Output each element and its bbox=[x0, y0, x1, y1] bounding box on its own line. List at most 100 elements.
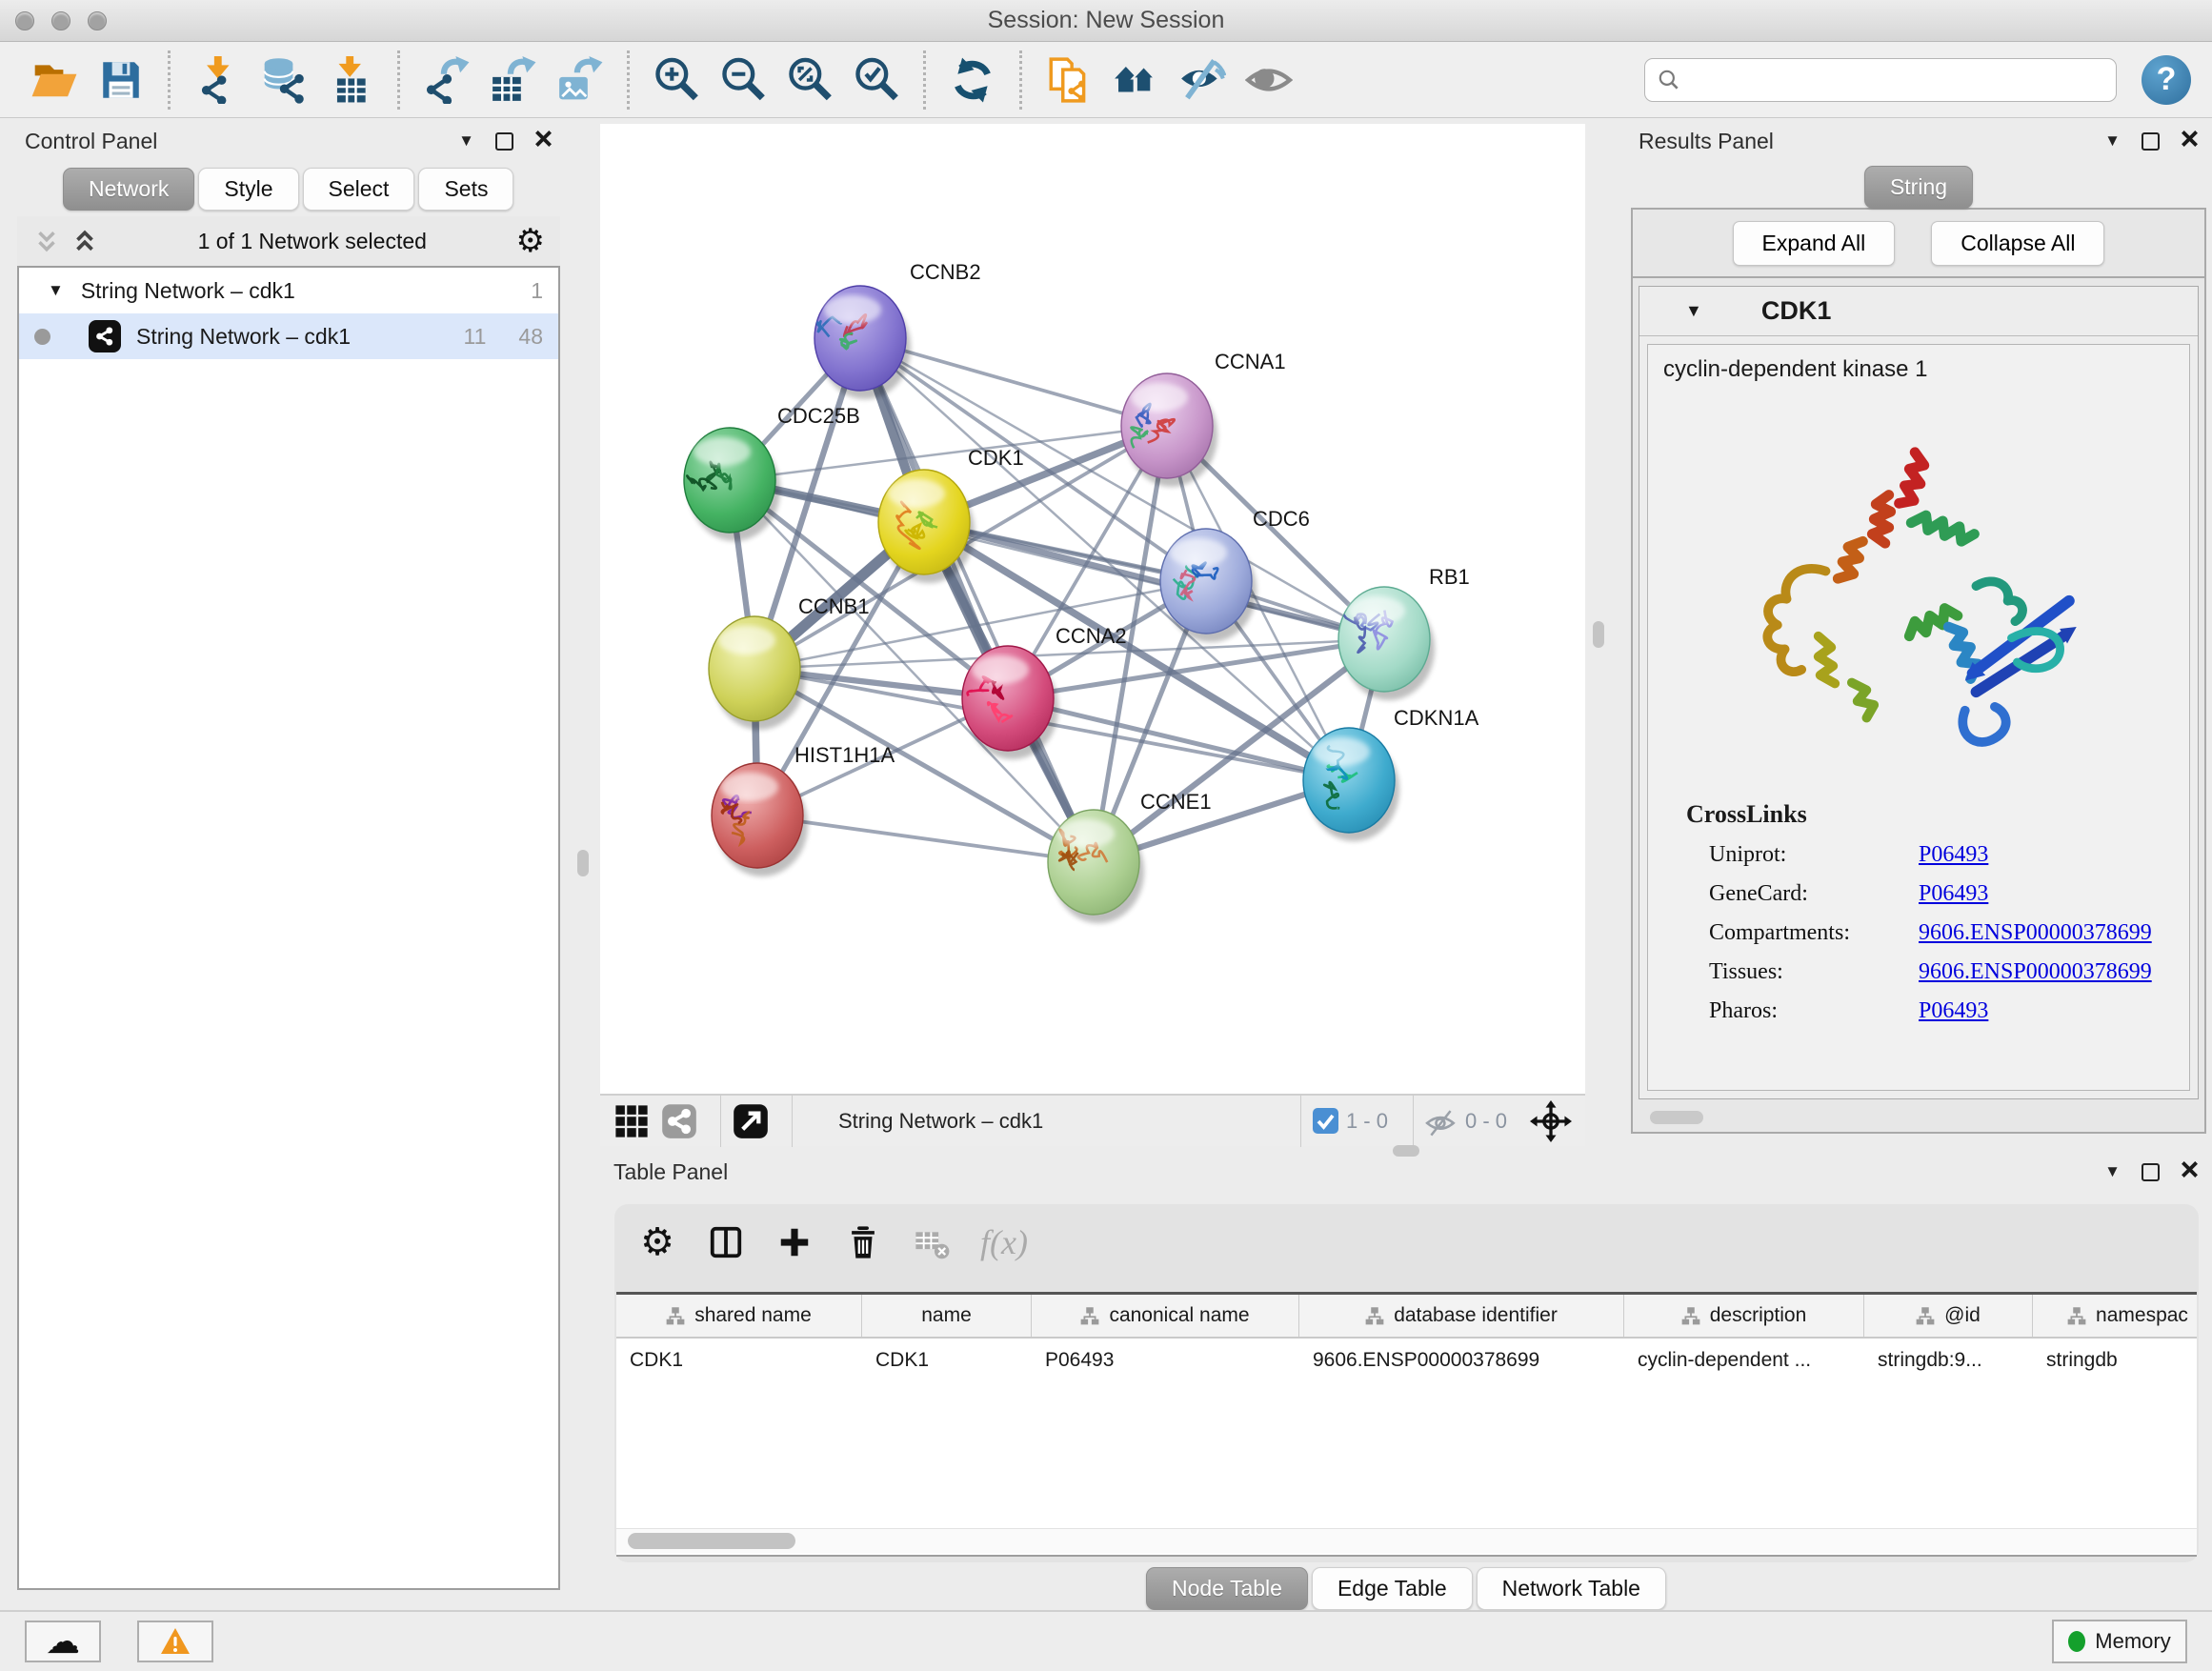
panel-menu-icon[interactable]: ▼ bbox=[2104, 1162, 2121, 1181]
open-session-icon[interactable] bbox=[28, 53, 81, 107]
cloud-status-button[interactable]: ☁ bbox=[25, 1621, 101, 1662]
panel-float-icon[interactable] bbox=[2142, 132, 2160, 151]
network-node-RB1[interactable]: RB1 bbox=[1338, 565, 1470, 700]
tab-sets[interactable]: Sets bbox=[418, 168, 513, 211]
splitter-handle[interactable] bbox=[577, 850, 589, 876]
import-network-icon[interactable] bbox=[191, 53, 244, 107]
help-icon[interactable]: ? bbox=[2142, 55, 2191, 105]
tab-network-table[interactable]: Network Table bbox=[1477, 1567, 1666, 1610]
minimize-window-button[interactable] bbox=[51, 11, 70, 30]
search-box[interactable] bbox=[1644, 58, 2117, 102]
zoom-out-icon[interactable] bbox=[716, 53, 770, 107]
splitter-handle[interactable] bbox=[1393, 1145, 1419, 1157]
save-session-icon[interactable] bbox=[94, 53, 148, 107]
detach-view-icon[interactable] bbox=[733, 1103, 769, 1139]
zoom-in-icon[interactable] bbox=[650, 53, 703, 107]
import-database-icon[interactable] bbox=[257, 53, 311, 107]
delete-table-icon[interactable] bbox=[912, 1222, 952, 1262]
hscroll-thumb[interactable] bbox=[628, 1533, 795, 1549]
table-hscrollbar[interactable] bbox=[616, 1528, 2197, 1553]
zoom-selected-icon[interactable] bbox=[850, 53, 903, 107]
close-window-button[interactable] bbox=[15, 11, 34, 30]
tab-network[interactable]: Network bbox=[63, 168, 194, 211]
crosslink-link[interactable]: P06493 bbox=[1919, 998, 1988, 1024]
column-header-namespac[interactable]: namespac bbox=[2033, 1295, 2197, 1337]
tab-edge-table[interactable]: Edge Table bbox=[1312, 1567, 1473, 1610]
delete-column-icon[interactable] bbox=[843, 1222, 883, 1262]
network-view-toolbar: String Network – cdk1 1 - 0 0 - 0 bbox=[600, 1094, 1585, 1146]
column-header--id[interactable]: @id bbox=[1864, 1295, 2033, 1337]
gene-section-header[interactable]: ▼ CDK1 bbox=[1639, 287, 2198, 336]
results-hscroll-thumb[interactable] bbox=[1650, 1111, 1703, 1124]
collapse-all-button[interactable]: Collapse All bbox=[1931, 221, 2104, 266]
table-settings-icon[interactable]: ⚙ bbox=[637, 1222, 677, 1262]
crosslink-link[interactable]: 9606.ENSP00000378699 bbox=[1919, 920, 2152, 946]
hide-selected-icon[interactable] bbox=[1176, 53, 1229, 107]
collapse-all-icon[interactable] bbox=[32, 227, 61, 255]
column-header-shared-name[interactable]: shared name bbox=[616, 1295, 862, 1337]
export-table-icon[interactable] bbox=[487, 53, 540, 107]
string-results-box: Expand All Collapse All ▼ CDK1 cyclin-de… bbox=[1631, 208, 2206, 1134]
collapse-section-icon[interactable]: ▼ bbox=[1685, 301, 1702, 321]
panel-float-icon[interactable] bbox=[495, 132, 513, 151]
panel-close-icon[interactable] bbox=[2181, 1160, 2199, 1183]
column-header-description[interactable]: description bbox=[1624, 1295, 1864, 1337]
memory-button[interactable]: Memory bbox=[2052, 1620, 2187, 1663]
network-tree-root-row[interactable]: ▼ String Network – cdk1 1 bbox=[19, 268, 558, 313]
gear-icon[interactable]: ⚙ bbox=[516, 225, 545, 257]
network-node-CDKN1A[interactable]: CDKN1A bbox=[1303, 706, 1479, 841]
add-column-icon[interactable] bbox=[774, 1222, 814, 1262]
network-overview-icon[interactable] bbox=[1109, 53, 1162, 107]
network-canvas[interactable]: CCNB2CCNA1CDC25BCDK1CDC6RB1CCNB1CCNA2CDK… bbox=[600, 124, 1585, 1094]
network-node-CDC25B[interactable]: CDC25B bbox=[684, 404, 860, 541]
expand-all-icon[interactable] bbox=[70, 227, 99, 255]
crosslink-link[interactable]: 9606.ENSP00000378699 bbox=[1919, 959, 2152, 985]
crosslink-row: Compartments:9606.ENSP00000378699 bbox=[1709, 920, 2189, 946]
refresh-icon[interactable] bbox=[946, 53, 999, 107]
network-node-label: CCNE1 bbox=[1140, 790, 1212, 814]
network-node-label: CDKN1A bbox=[1394, 706, 1479, 730]
splitter-handle[interactable] bbox=[1593, 621, 1604, 648]
network-node-CDC6[interactable]: CDC6 bbox=[1160, 507, 1310, 642]
tab-node-table[interactable]: Node Table bbox=[1146, 1567, 1308, 1610]
tab-string[interactable]: String bbox=[1864, 166, 1973, 209]
column-header-database-identifier[interactable]: database identifier bbox=[1299, 1295, 1624, 1337]
table-row[interactable]: CDK1CDK1P064939606.ENSP00000378699cyclin… bbox=[616, 1339, 2197, 1382]
zoom-fit-icon[interactable] bbox=[783, 53, 836, 107]
network-edge-CCNE1-HIST1H1A bbox=[757, 815, 1094, 862]
crosslink-link[interactable]: P06493 bbox=[1919, 881, 1988, 907]
search-input[interactable] bbox=[1689, 68, 2104, 92]
panel-menu-icon[interactable]: ▼ bbox=[458, 131, 474, 151]
table-cell: stringdb:9... bbox=[1864, 1339, 2033, 1382]
expand-all-button[interactable]: Expand All bbox=[1733, 221, 1896, 266]
show-all-icon[interactable] bbox=[1242, 53, 1296, 107]
grid-view-icon[interactable] bbox=[613, 1103, 650, 1139]
network-node-label: CCNB2 bbox=[910, 260, 981, 284]
network-node-CCNA1[interactable]: CCNA1 bbox=[1121, 350, 1286, 487]
network-node-HIST1H1A[interactable]: HIST1H1A bbox=[712, 743, 895, 876]
clone-network-icon[interactable] bbox=[1042, 53, 1096, 107]
pan-mode-icon[interactable] bbox=[1530, 1100, 1572, 1142]
tab-style[interactable]: Style bbox=[198, 168, 298, 211]
network-tree-child-row[interactable]: String Network – cdk1 11 48 bbox=[19, 313, 558, 359]
network-node-CCNB2[interactable]: CCNB2 bbox=[814, 260, 981, 399]
warnings-button[interactable] bbox=[137, 1621, 213, 1662]
zoom-window-button[interactable] bbox=[88, 11, 107, 30]
network-node-CCNE1[interactable]: CCNE1 bbox=[1048, 790, 1212, 923]
export-network-icon[interactable] bbox=[420, 53, 473, 107]
tree-expand-icon[interactable]: ▼ bbox=[48, 281, 64, 300]
column-header-name[interactable]: name bbox=[862, 1295, 1032, 1337]
panel-float-icon[interactable] bbox=[2142, 1163, 2160, 1181]
panel-menu-icon[interactable]: ▼ bbox=[2104, 131, 2121, 151]
show-columns-icon[interactable] bbox=[706, 1222, 746, 1262]
export-image-icon[interactable] bbox=[553, 53, 607, 107]
column-header-canonical-name[interactable]: canonical name bbox=[1032, 1295, 1299, 1337]
crosslink-link[interactable]: P06493 bbox=[1919, 842, 1988, 868]
network-badge-icon[interactable] bbox=[661, 1103, 697, 1139]
separator bbox=[1300, 1095, 1301, 1147]
import-table-icon[interactable] bbox=[324, 53, 377, 107]
panel-close-icon[interactable] bbox=[2181, 130, 2199, 152]
panel-close-icon[interactable] bbox=[534, 130, 553, 152]
selected-checkbox-icon[interactable] bbox=[1313, 1108, 1338, 1134]
tab-select[interactable]: Select bbox=[303, 168, 415, 211]
